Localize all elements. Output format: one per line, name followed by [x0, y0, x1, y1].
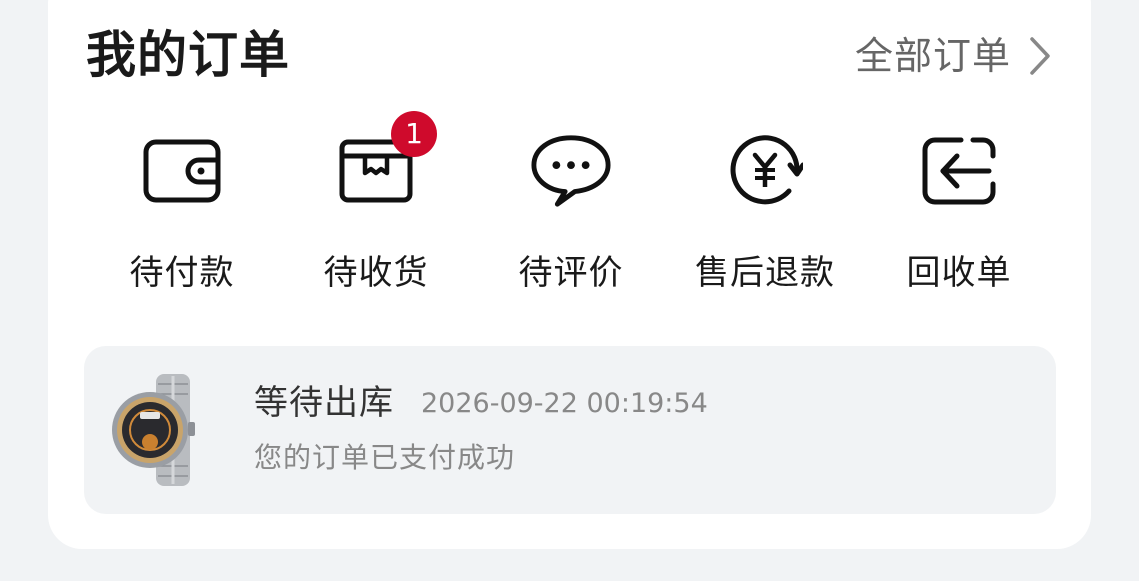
status-label: 待评价: [518, 253, 624, 293]
status-pending-review[interactable]: 待评价: [491, 130, 651, 296]
latest-order-card[interactable]: 等待出库 2026-09-22 00:19:54 您的订单已支付成功: [84, 346, 1056, 514]
pending-receipt-badge: 1: [391, 111, 437, 157]
all-orders-label: 全部订单: [854, 34, 1011, 78]
chat-bubble-icon: [530, 130, 612, 212]
status-refund[interactable]: 售后退款: [685, 130, 845, 296]
smartwatch-product-image: [106, 370, 204, 490]
return-arrow-icon: [918, 130, 1000, 212]
wallet-icon: [141, 130, 223, 212]
status-label: 待收货: [323, 253, 429, 293]
order-status: 等待出库: [254, 383, 394, 423]
status-label: 待付款: [129, 253, 235, 293]
yuan-refund-icon: [724, 130, 806, 212]
status-recycle[interactable]: 回收单: [879, 130, 1039, 296]
all-orders-link[interactable]: 全部订单: [855, 30, 1051, 82]
order-status-row: 待付款 待收货 待评价 售后退款 回收单: [0, 130, 1139, 300]
section-title: 我的订单: [86, 26, 290, 84]
status-pending-receipt[interactable]: 待收货: [296, 130, 456, 296]
status-label: 售后退款: [695, 253, 835, 293]
order-message: 您的订单已支付成功: [254, 441, 516, 474]
order-time: 2026-09-22 00:19:54: [421, 388, 708, 419]
status-label: 回收单: [906, 253, 1012, 293]
chevron-right-icon: [1029, 36, 1051, 76]
status-pending-payment[interactable]: 待付款: [102, 130, 262, 296]
